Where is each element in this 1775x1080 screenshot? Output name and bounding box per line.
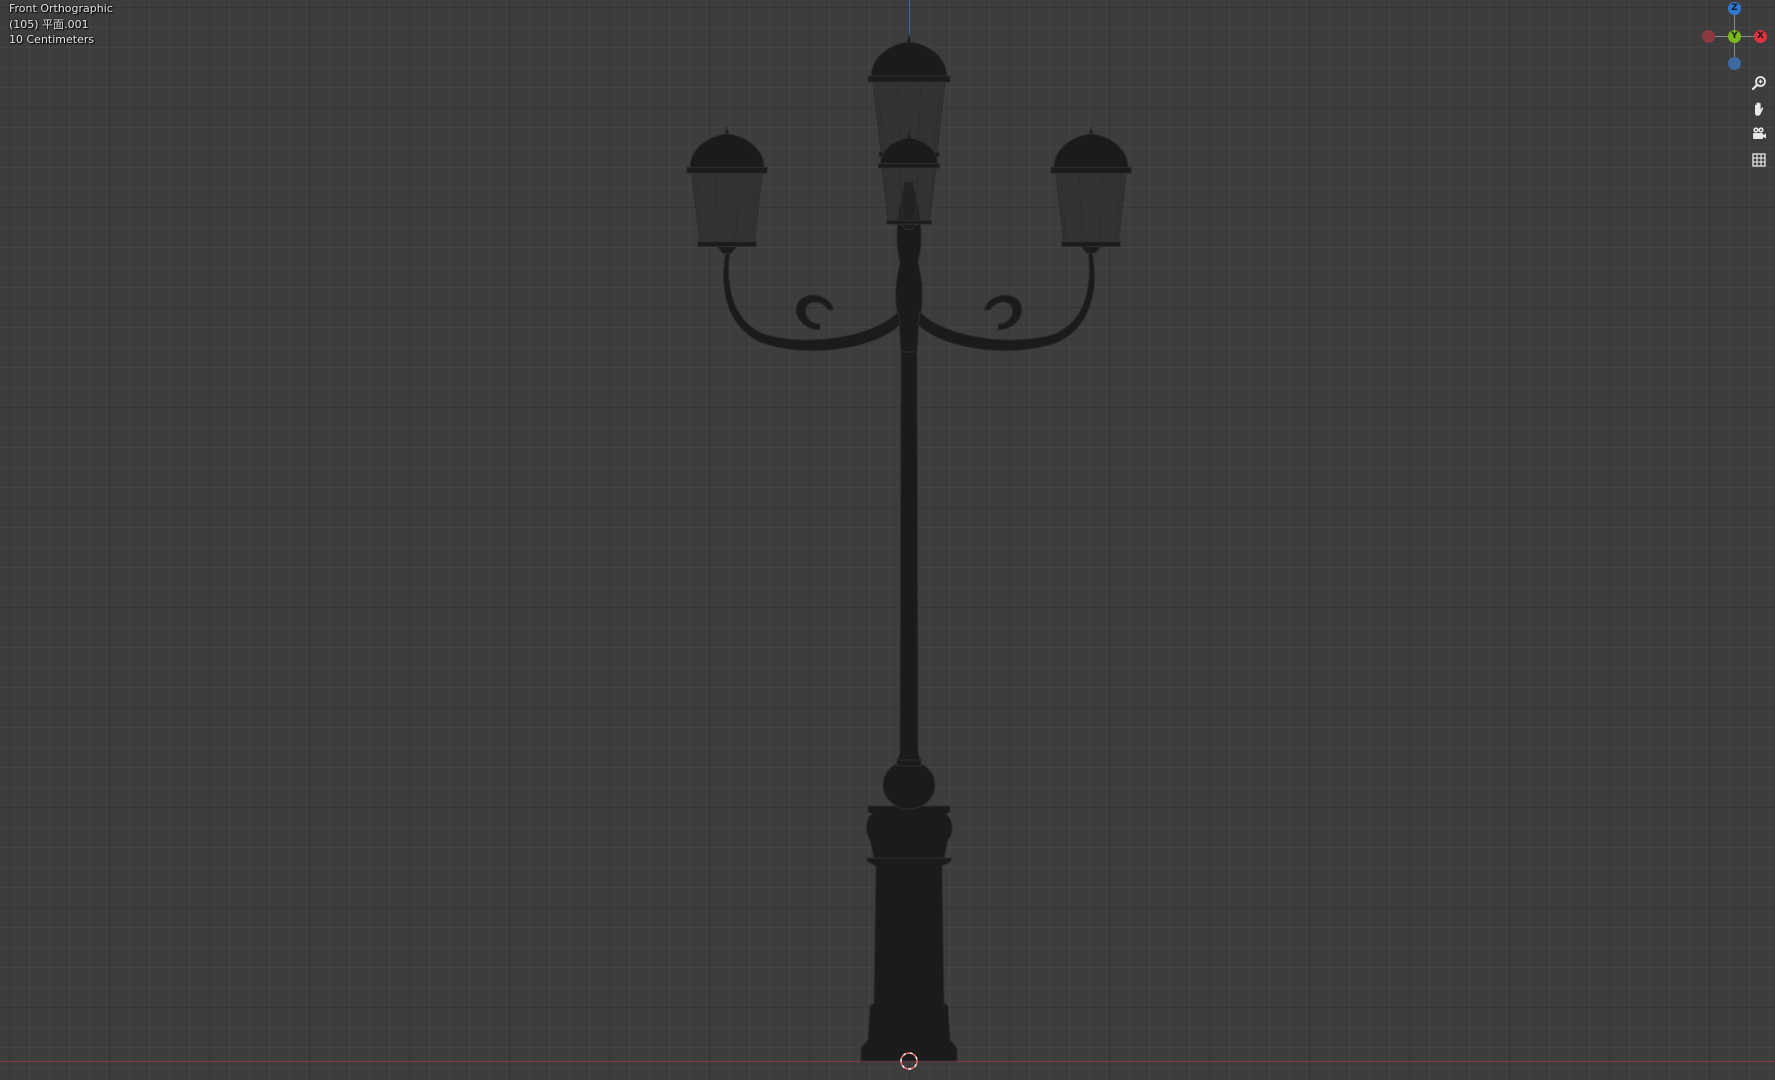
perspective-toggle-button[interactable]: [1748, 149, 1770, 171]
grid-perspective-icon: [1752, 153, 1766, 167]
gizmo-z-button[interactable]: Z: [1728, 2, 1741, 15]
right-lantern: [1050, 125, 1132, 255]
lamp-ball: [882, 760, 936, 810]
navigation-gizmo[interactable]: Z Y X: [1698, 0, 1770, 72]
gizmo-y-button[interactable]: Y: [1728, 30, 1741, 43]
gizmo-neg-x-button[interactable]: [1702, 30, 1715, 43]
gizmo-neg-z-button[interactable]: [1728, 57, 1741, 70]
zoom-icon: [1751, 76, 1766, 91]
hand-pan-icon: [1755, 102, 1764, 116]
camera-view-button[interactable]: [1748, 123, 1770, 145]
lamp-collar: [865, 805, 953, 859]
middle-lantern: [877, 131, 941, 230]
3d-viewport[interactable]: Front Orthographic (105) 平面.001 10 Centi…: [0, 0, 1775, 1080]
zoom-button[interactable]: [1748, 72, 1770, 94]
lanterns: [686, 33, 1132, 255]
pan-button[interactable]: [1748, 98, 1770, 120]
lamp-base: [860, 857, 958, 1062]
street-lamp-model[interactable]: [0, 0, 1775, 1080]
lamp-pole: [897, 349, 921, 761]
gizmo-x-button[interactable]: X: [1754, 30, 1767, 43]
camera-view-icon: [1753, 127, 1766, 139]
lamp-body: [722, 181, 1096, 1062]
lamp-left-scroll: [795, 294, 835, 331]
lamp-right-scroll: [983, 294, 1023, 331]
left-lantern: [686, 125, 768, 255]
